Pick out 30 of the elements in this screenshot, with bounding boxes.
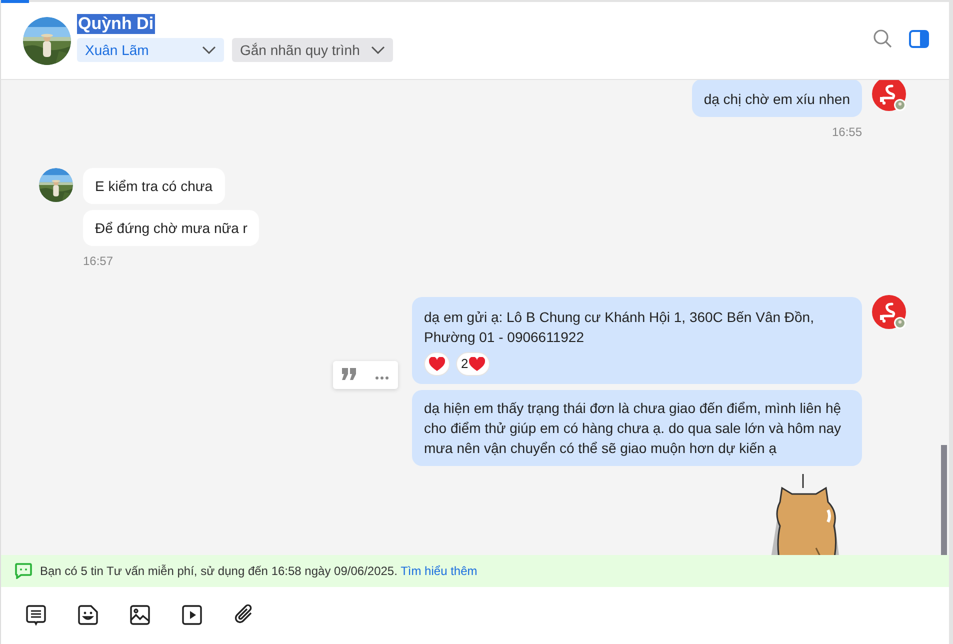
reaction-count[interactable]: 2 [456, 352, 490, 376]
message-text: dạ hiện em thấy trạng thái đơn là chưa giao đến điểm, mình liên hệ cho điểm thử giúp em có hàng chưa ạ. do qua sale lớn và hôm nay mưa nên vận chuyển có thể sẽ giao muộn hơn dự kiến ạ [424, 399, 842, 458]
message-time: 16:57 [83, 254, 114, 268]
quote-button[interactable] [342, 368, 356, 382]
notice-text: Bạn có 5 tin Tư vấn miễn phí, sử dụng đến 16:58 ngày 09/06/2025. Tìm hiểu thêm [40, 564, 478, 578]
message-text: Để đứng chờ mưa nữa r [95, 219, 248, 237]
message-template-button[interactable] [25, 604, 47, 626]
more-icon [374, 376, 389, 380]
chat-icon [15, 563, 32, 579]
contact-name: Quỳnh Di [77, 14, 155, 34]
shop-logo-icon [872, 295, 908, 331]
quote-icon [342, 368, 356, 380]
message-time: 16:55 [832, 125, 862, 139]
tab-indicator [1, 0, 29, 3]
message-text: E kiểm tra có chưa [95, 177, 213, 195]
caret-icon [202, 46, 216, 54]
side-panel-button[interactable] [909, 30, 929, 51]
heart-icon [469, 356, 486, 372]
heart-icon [429, 356, 445, 372]
assignee-dropdown[interactable]: Xuân Lãm [77, 38, 224, 62]
learn-more-link[interactable]: Tìm hiểu thêm [400, 564, 478, 578]
video-button[interactable] [181, 604, 203, 626]
sticker-button[interactable] [77, 604, 99, 626]
message-text: dạ em gửi ạ: Lô B Chung cư Khánh Hội 1, 360C Bến Vân Đồn, Phường 01 - 0906611922 [424, 308, 815, 347]
message-text: dạ chị chờ em xíu nhen [704, 90, 850, 109]
react-button[interactable] [424, 352, 450, 376]
caret-icon [371, 46, 385, 54]
scrollbar[interactable] [941, 445, 947, 555]
image-button[interactable] [129, 604, 151, 626]
tag-dropdown[interactable]: Gắn nhãn quy trình [232, 38, 393, 62]
